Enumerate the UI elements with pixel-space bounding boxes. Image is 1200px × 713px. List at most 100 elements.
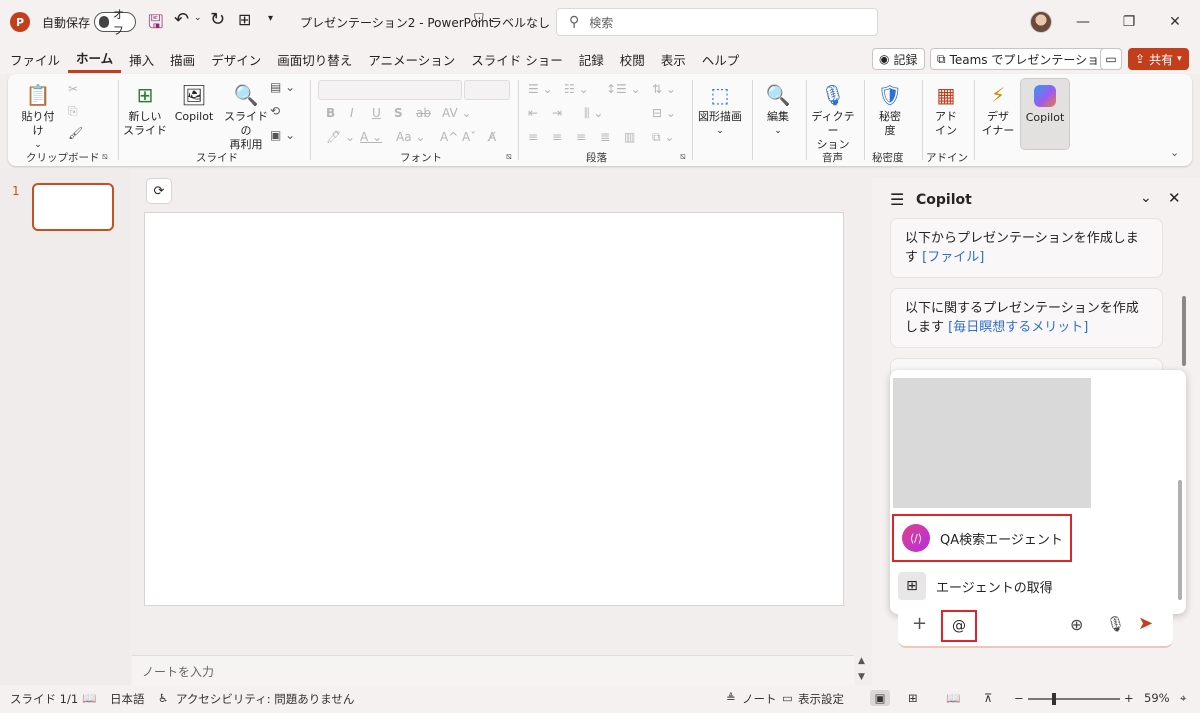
tab-review[interactable]: 校閲	[612, 44, 653, 74]
decrease-indent-icon[interactable]: ⇤	[528, 106, 538, 120]
send-icon[interactable]: ➤	[1138, 613, 1153, 634]
restore-icon[interactable]: ❐	[1106, 0, 1152, 44]
tab-home[interactable]: ホーム	[68, 46, 122, 73]
slide-sorter-icon[interactable]: ⊞	[908, 691, 918, 705]
prompt-card[interactable]: 以下からプレゼンテーションを作成します [ファイル]	[890, 218, 1163, 278]
bold-button[interactable]: B	[326, 106, 335, 120]
layout-icon[interactable]: ▤ ⌄	[270, 80, 295, 94]
smartart-icon[interactable]: ⧉ ⌄	[652, 130, 674, 145]
close-icon[interactable]: ✕	[1168, 189, 1181, 207]
strikethrough-icon[interactable]: ab	[416, 106, 431, 120]
undo-dropdown-icon[interactable]: ⌄	[194, 13, 202, 23]
columns-icon[interactable]: ⫼ ⌄	[584, 106, 603, 121]
comments-button[interactable]: ▭	[1100, 48, 1122, 70]
scroll-up-icon[interactable]: ▲	[858, 656, 865, 666]
zoom-slider-thumb[interactable]	[1052, 693, 1056, 705]
accessibility-status[interactable]: アクセシビリティ: 問題ありません	[176, 691, 354, 707]
copilot-slide-button[interactable]: 🖼 Copilot	[172, 80, 216, 124]
align-right-icon[interactable]: ≡	[576, 130, 586, 144]
teams-present-button[interactable]: ⧉ Teams でプレゼンテーション	[930, 48, 1119, 70]
collapse-icon[interactable]: ⌄	[1140, 190, 1152, 206]
char-spacing-icon[interactable]: AV ⌄	[442, 106, 472, 120]
copilot-button[interactable]: Copilot	[1020, 78, 1070, 150]
designer-button[interactable]: ⚡ デザ イナー	[978, 80, 1018, 138]
user-avatar[interactable]	[1030, 11, 1052, 33]
shadow-button[interactable]: S	[394, 106, 403, 120]
record-button[interactable]: ◉ 記録	[872, 48, 925, 70]
tab-slideshow[interactable]: スライド ショー	[463, 44, 570, 74]
slideshow-icon[interactable]: ⊼	[984, 691, 992, 705]
book-icon[interactable]: 📖	[82, 691, 96, 705]
zoom-out-icon[interactable]: −	[1014, 691, 1024, 705]
dialog-launcher-icon[interactable]: ⧅	[102, 152, 108, 162]
italic-button[interactable]: I	[350, 106, 354, 120]
font-color-icon[interactable]: A ⌄	[360, 130, 382, 144]
new-slide-button[interactable]: ⊞ 新しい スライド	[122, 80, 168, 138]
underline-button[interactable]: U	[372, 106, 381, 120]
tab-design[interactable]: デザイン	[203, 44, 269, 74]
notes-toggle[interactable]: ノート	[742, 691, 777, 707]
plus-icon[interactable]: +	[912, 613, 927, 634]
tab-file[interactable]: ファイル	[2, 44, 68, 74]
agent-item-qa-search[interactable]: ⟨/⟩ QA検索エージェント	[892, 514, 1072, 562]
clear-format-icon[interactable]: A̸	[488, 130, 496, 144]
justify-icon[interactable]: ≣	[600, 130, 610, 144]
tab-transitions[interactable]: 画面切り替え	[269, 44, 360, 74]
dialog-launcher-icon[interactable]: ⧅	[680, 152, 686, 162]
cut-icon[interactable]: ✂	[68, 82, 78, 96]
dialog-launcher-icon[interactable]: ⧅	[506, 152, 512, 162]
reading-view-icon[interactable]: 📖	[946, 691, 960, 705]
globe-icon[interactable]: ⊕	[1070, 615, 1083, 634]
copy-icon[interactable]: ⎘	[68, 104, 78, 119]
customize-qat-icon[interactable]: ▾	[268, 13, 273, 24]
notes-pane[interactable]: ノートを入力	[132, 655, 854, 685]
dictate-button[interactable]: 🎙 ディクテー ション	[810, 80, 856, 152]
zoom-slider[interactable]	[1028, 693, 1120, 705]
tab-animations[interactable]: アニメーション	[360, 44, 463, 74]
ribbon-collapse-icon[interactable]: ⌄	[1170, 146, 1179, 159]
redo-icon[interactable]: ↻	[210, 9, 225, 30]
tab-draw[interactable]: 描画	[162, 44, 203, 74]
paste-button[interactable]: 📋 貼り付け ⌄	[18, 80, 58, 152]
font-size-select[interactable]	[464, 80, 510, 100]
grow-font-icon[interactable]: A^	[440, 130, 458, 144]
line-spacing-icon[interactable]: ↕☰ ⌄	[606, 82, 641, 96]
font-name-select[interactable]	[318, 80, 462, 100]
autosave-toggle[interactable]: オフ	[94, 8, 136, 37]
increase-indent-icon[interactable]: ⇥	[552, 106, 562, 120]
menu-icon[interactable]: ☰	[890, 190, 904, 209]
prompt-card[interactable]: 以下に関するプレゼンテーションを作成します [毎日瞑想するメリット]	[890, 288, 1163, 348]
tab-insert[interactable]: 挿入	[121, 44, 162, 74]
editing-button[interactable]: 🔍 編集 ⌄	[758, 80, 798, 138]
undo-icon[interactable]: ↶	[174, 9, 189, 30]
save-icon[interactable]: 🖫	[148, 10, 163, 40]
bullets-icon[interactable]: ☰ ⌄	[528, 82, 553, 96]
slide-thumbnail[interactable]	[32, 183, 114, 231]
fit-to-window-icon[interactable]: ⌖	[1180, 691, 1186, 706]
drawing-button[interactable]: ⬚ 図形描画 ⌄	[696, 80, 744, 138]
get-agents-item[interactable]: ⊞ エージェントの取得	[890, 566, 1186, 606]
tab-record[interactable]: 記録	[571, 44, 612, 74]
numbering-icon[interactable]: ☷ ⌄	[564, 82, 589, 96]
present-icon[interactable]: ⊞	[238, 10, 251, 29]
tab-help[interactable]: ヘルプ	[694, 44, 748, 74]
pane-scrollbar[interactable]	[1182, 296, 1186, 366]
slide-canvas[interactable]	[144, 212, 844, 606]
shrink-font-icon[interactable]: Aˇ	[462, 130, 476, 144]
scroll-down-icon[interactable]: ▼	[858, 672, 865, 682]
normal-view-icon[interactable]: ▣	[870, 690, 890, 706]
align-center-icon[interactable]: ≡	[552, 130, 562, 144]
copilot-inline-icon[interactable]: ⟳	[146, 178, 172, 204]
popup-scrollbar[interactable]	[1178, 480, 1182, 600]
microphone-icon[interactable]: 🎙	[1106, 615, 1125, 633]
tab-view[interactable]: 表示	[653, 44, 694, 74]
copilot-input[interactable]: @	[941, 610, 977, 642]
change-case-icon[interactable]: Aa ⌄	[396, 130, 425, 144]
highlight-icon[interactable]: 🖊 ⌄	[326, 130, 355, 144]
sensitivity-label[interactable]: ラベルなし	[490, 14, 550, 31]
close-icon[interactable]: ✕	[1152, 0, 1198, 44]
share-button[interactable]: ⇪ 共有 ▾	[1128, 48, 1189, 70]
distributed-icon[interactable]: ▥	[624, 130, 635, 144]
section-icon[interactable]: ▣ ⌄	[270, 128, 295, 142]
format-painter-icon[interactable]: 🖌	[68, 126, 83, 140]
